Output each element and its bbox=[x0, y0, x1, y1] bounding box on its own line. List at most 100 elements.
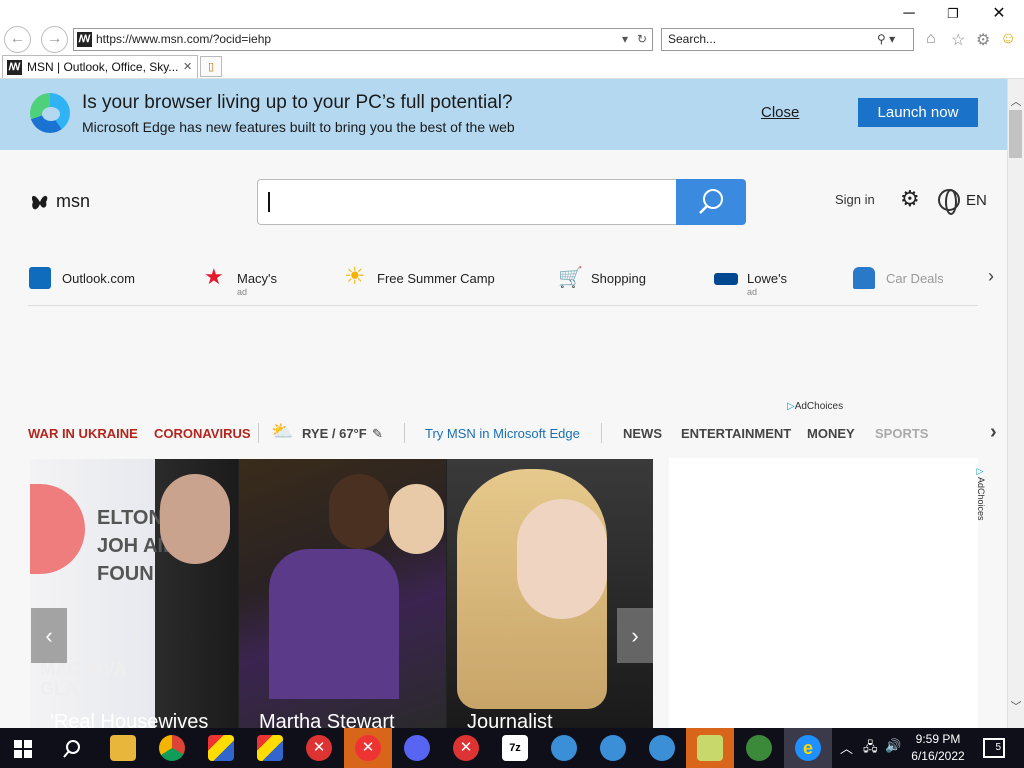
chart-app-icon[interactable] bbox=[697, 735, 723, 761]
banner-close-link[interactable]: Close bbox=[761, 104, 799, 121]
adchoices-link[interactable]: ▷AdChoices bbox=[787, 401, 843, 412]
network-icon[interactable]: 🖧 bbox=[863, 738, 878, 760]
address-bar[interactable]: ꟿ https://www.msn.com/?ocid=iehp ▾ ↻ bbox=[73, 28, 653, 51]
launch-now-button[interactable]: Launch now bbox=[858, 98, 978, 127]
news-card[interactable]: Martha Stewart bbox=[239, 459, 446, 728]
news-card[interactable]: ELTON JOH AIDS FOUN MAC VIVA GLA 'Real H… bbox=[30, 459, 238, 728]
date-label: 6/16/2022 bbox=[911, 749, 965, 763]
quicklink-shopping[interactable]: 🛒 Shopping bbox=[558, 264, 678, 296]
nav-next-icon[interactable]: › bbox=[990, 421, 997, 444]
shopping-cart-icon: 🛒 bbox=[558, 267, 583, 289]
search-icon[interactable]: ⚲ ▾ bbox=[877, 29, 895, 50]
nav-coronavirus[interactable]: CORONAVIRUS bbox=[154, 426, 251, 441]
settings-gear-icon[interactable]: ⚙ bbox=[900, 186, 920, 212]
quicklink-label: Macy's bbox=[237, 271, 278, 286]
home-icon[interactable]: ⌂ bbox=[926, 30, 936, 48]
windows-start-icon[interactable] bbox=[14, 740, 32, 758]
adchoices-icon: ▷ bbox=[976, 467, 986, 477]
internet-explorer-icon[interactable]: e bbox=[795, 735, 821, 761]
scroll-down-icon[interactable]: ﹀ bbox=[1008, 698, 1024, 714]
globe-app-icon[interactable] bbox=[551, 735, 577, 761]
error-app-icon[interactable]: ✕ bbox=[355, 735, 381, 761]
nav-war-in-ukraine[interactable]: WAR IN UKRAINE bbox=[28, 426, 138, 441]
news-card-caption: Journalist bbox=[467, 711, 553, 728]
edge-promo-banner bbox=[0, 79, 1007, 150]
quicklink-outlook[interactable]: Outlook.com bbox=[29, 264, 179, 296]
refresh-icon[interactable]: ↻ bbox=[637, 29, 647, 50]
new-tab-button[interactable]: ▯ bbox=[200, 56, 222, 77]
text-caret bbox=[268, 192, 270, 212]
tray-chevron-icon[interactable]: ︿ bbox=[840, 738, 853, 757]
globe-app-icon[interactable] bbox=[600, 735, 626, 761]
try-edge-link[interactable]: Try MSN in Microsoft Edge bbox=[425, 426, 580, 441]
notification-center-icon[interactable]: 5 bbox=[983, 738, 1005, 758]
person-photo bbox=[160, 474, 230, 564]
purple-jacket bbox=[269, 549, 399, 699]
file-explorer-icon[interactable] bbox=[110, 735, 136, 761]
adchoices-vertical-link[interactable]: ▷AdChoices bbox=[976, 467, 986, 521]
person-photo bbox=[389, 484, 444, 554]
restore-button[interactable]: ❐ bbox=[930, 0, 976, 28]
volume-icon[interactable]: 🔊 bbox=[885, 738, 901, 754]
divider bbox=[28, 305, 978, 306]
aids-foundation-logo bbox=[30, 484, 85, 574]
favorites-star-icon[interactable]: ☆ bbox=[951, 30, 965, 50]
minimize-button[interactable]: ─ bbox=[886, 0, 932, 28]
globe-icon[interactable] bbox=[938, 189, 960, 215]
paint-app-icon[interactable] bbox=[208, 735, 234, 761]
scroll-up-icon[interactable]: ︿ bbox=[1008, 93, 1024, 109]
close-window-button[interactable]: ✕ bbox=[976, 0, 1022, 28]
address-url: https://www.msn.com/?ocid=iehp bbox=[96, 32, 272, 46]
discord-icon[interactable] bbox=[404, 735, 430, 761]
carousel-next-button[interactable]: › bbox=[617, 608, 653, 663]
globe-app-icon[interactable] bbox=[649, 735, 675, 761]
msn-logo[interactable]: msn bbox=[30, 190, 90, 214]
sign-in-link[interactable]: Sign in bbox=[835, 192, 875, 207]
ad-label: ad bbox=[237, 287, 248, 297]
nav-money[interactable]: MONEY bbox=[807, 426, 855, 441]
dropdown-icon[interactable]: ▾ bbox=[622, 29, 628, 50]
smiley-feedback-icon[interactable]: ☺ bbox=[1000, 30, 1016, 48]
scroll-thumb[interactable] bbox=[1009, 110, 1022, 158]
search-input[interactable]: Search... ⚲ ▾ bbox=[661, 28, 914, 51]
settings-gear-icon[interactable]: ⚙ bbox=[976, 30, 990, 50]
tab-msn[interactable]: ꟿ MSN | Outlook, Office, Sky... ✕ bbox=[2, 55, 198, 78]
paint-app-icon[interactable] bbox=[257, 735, 283, 761]
quicklink-lowes[interactable]: Lowe's ad bbox=[714, 264, 834, 297]
ad-panel bbox=[669, 458, 978, 728]
forward-button[interactable]: → bbox=[41, 26, 68, 53]
page-scrollbar[interactable] bbox=[1007, 79, 1024, 728]
news-card[interactable]: Journalist bbox=[447, 459, 653, 728]
edit-pencil-icon[interactable]: ✎ bbox=[372, 426, 383, 442]
chrome-icon[interactable] bbox=[159, 735, 185, 761]
7zip-icon[interactable]: 7z bbox=[502, 735, 528, 761]
tab-close-icon[interactable]: ✕ bbox=[183, 56, 192, 78]
error-app-icon[interactable]: ✕ bbox=[306, 735, 332, 761]
nav-news[interactable]: NEWS bbox=[623, 426, 662, 441]
news-card-caption: 'Real Housewives bbox=[50, 711, 209, 728]
adchoices-label: AdChoices bbox=[976, 477, 986, 521]
search-icon[interactable] bbox=[62, 739, 82, 759]
quicklinks-next-icon[interactable]: › bbox=[988, 266, 994, 287]
msn-search-button[interactable] bbox=[676, 179, 746, 225]
person-photo bbox=[517, 499, 607, 619]
quicklink-car-deals[interactable]: Car Deals bbox=[853, 264, 943, 296]
carousel-prev-button[interactable]: ‹ bbox=[31, 608, 67, 663]
banner-title: Is your browser living up to your PC’s f… bbox=[82, 92, 513, 113]
msn-search-input[interactable] bbox=[257, 179, 677, 225]
search-placeholder: Search... bbox=[668, 32, 717, 46]
divider bbox=[601, 423, 602, 443]
quicklink-label: Lowe's bbox=[747, 271, 788, 286]
back-button[interactable]: ← bbox=[4, 26, 31, 53]
frog-app-icon[interactable] bbox=[746, 735, 772, 761]
error-app-icon[interactable]: ✕ bbox=[453, 735, 479, 761]
macys-star-icon: ★ bbox=[204, 264, 224, 289]
nav-sports[interactable]: SPORTS bbox=[875, 426, 928, 441]
nav-entertainment[interactable]: ENTERTAINMENT bbox=[681, 426, 791, 441]
car-icon bbox=[853, 267, 875, 289]
quicklink-macys[interactable]: ★ Macy's ad bbox=[204, 264, 324, 298]
quicklink-summer-camp[interactable]: ☀ Free Summer Camp bbox=[344, 264, 524, 296]
weather-location[interactable]: RYE / 67°F bbox=[302, 426, 367, 441]
language-selector[interactable]: EN bbox=[966, 192, 987, 209]
taskbar-clock[interactable]: 9:59 PM 6/16/2022 bbox=[905, 731, 971, 765]
